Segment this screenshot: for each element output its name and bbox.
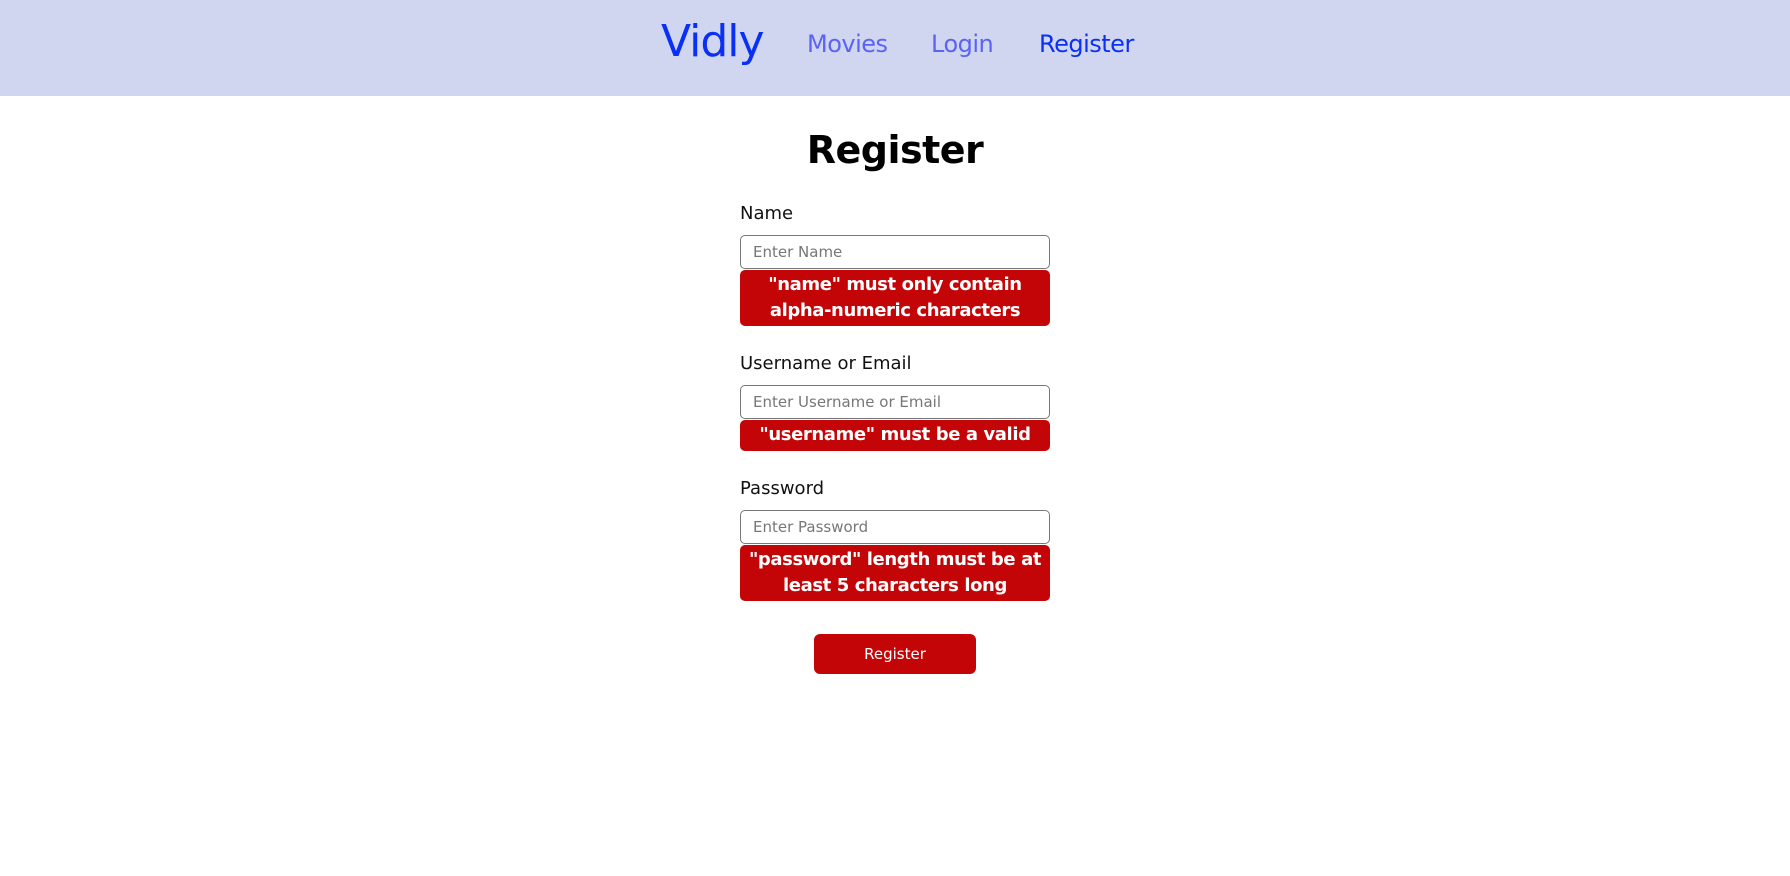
username-input[interactable] — [740, 385, 1050, 419]
brand-logo-link[interactable]: Vidly — [661, 16, 765, 67]
nav-register[interactable]: Register — [1039, 30, 1134, 58]
password-error: "password" length must be at least 5 cha… — [740, 545, 1050, 601]
nav-movies[interactable]: Movies — [807, 30, 888, 58]
username-error: "username" must be a valid email — [740, 420, 1050, 472]
name-label: Name — [740, 203, 794, 224]
password-input[interactable] — [740, 510, 1050, 544]
name-error: "name" must only contain alpha-numeric c… — [740, 270, 1050, 326]
page-title: Register — [806, 128, 984, 172]
name-input[interactable] — [740, 235, 1050, 269]
username-label: Username or Email — [740, 353, 912, 374]
password-label: Password — [740, 478, 825, 499]
nav-login[interactable]: Login — [931, 30, 994, 58]
register-button[interactable]: Register — [814, 634, 976, 674]
navbar: Vidly Movies Login Register — [0, 0, 1790, 96]
